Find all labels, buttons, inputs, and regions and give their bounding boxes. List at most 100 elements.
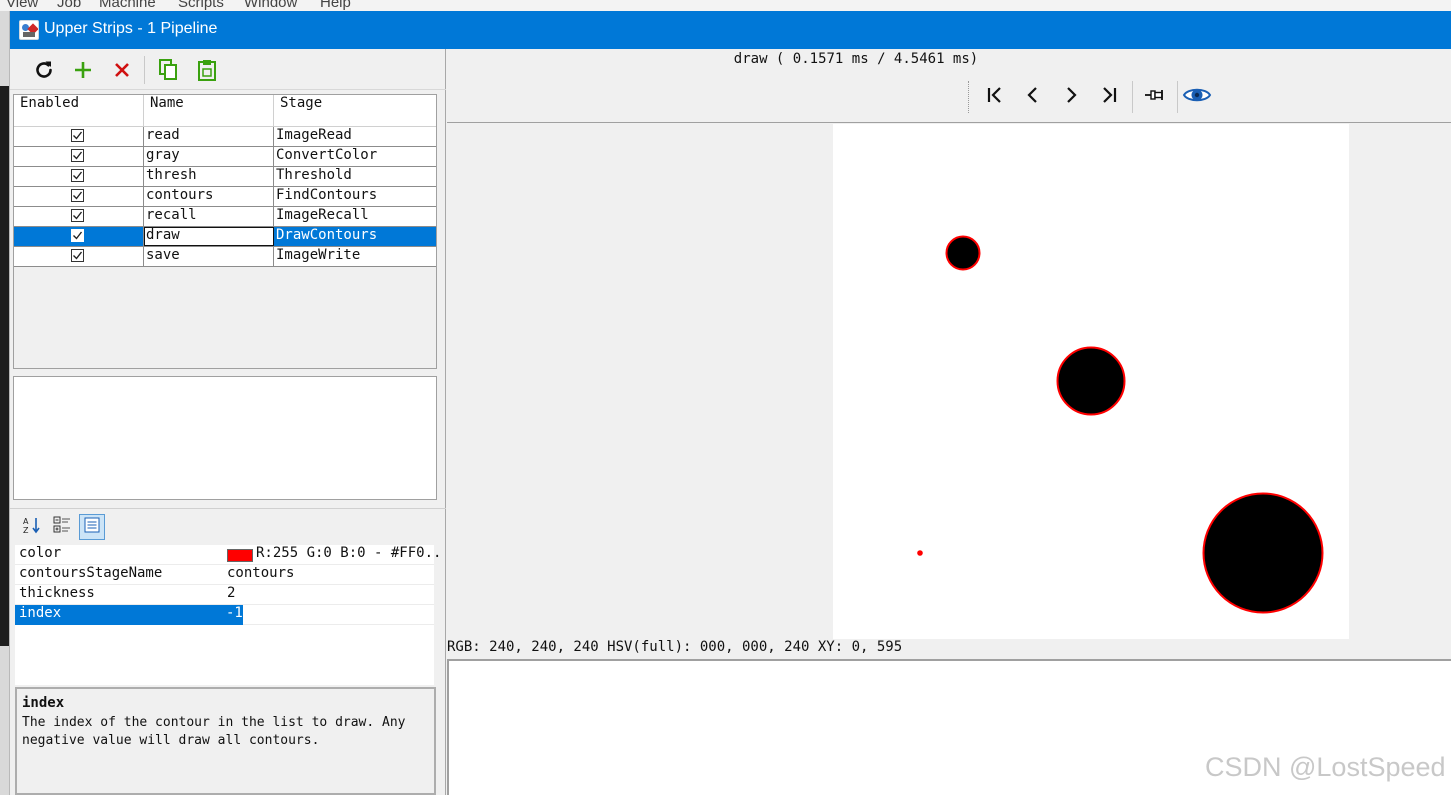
property-value[interactable]: contours (227, 565, 294, 585)
stage-name[interactable]: save (144, 247, 274, 266)
stage-type[interactable]: FindContours (274, 187, 436, 206)
description-text: The index of the contour in the list to … (22, 715, 406, 748)
image-viewport[interactable] (447, 122, 1451, 639)
watermark-text: CSDN @LostSpeed (1205, 752, 1446, 782)
pin-icon (1143, 85, 1167, 109)
bg-menu-view: View (6, 0, 39, 11)
stage-row-save[interactable]: save ImageWrite (14, 247, 436, 267)
background-window-edge (0, 11, 10, 795)
bg-menu-help: Help (320, 0, 351, 11)
result-image[interactable] (833, 124, 1349, 639)
contour-blob-1 (945, 235, 981, 271)
stage-type[interactable]: ConvertColor (274, 147, 436, 166)
view-toggle-button[interactable] (1181, 81, 1213, 113)
stage-row-draw[interactable]: draw DrawContours (14, 227, 436, 247)
contours-drawing (917, 235, 1324, 614)
stage-type[interactable]: Threshold (274, 167, 436, 186)
column-name[interactable]: Name (144, 95, 274, 127)
background-menubar: View Job Machine Scripts Window Help (0, 0, 1451, 11)
property-index[interactable]: index -1 (15, 605, 434, 625)
enabled-checkbox[interactable] (71, 189, 84, 202)
screen: View Job Machine Scripts Window Help Upp… (0, 0, 1451, 795)
property-value[interactable]: 2 (227, 585, 235, 605)
pipeline-toolbar (10, 49, 446, 90)
property-key: color (19, 545, 62, 561)
delete-stage-button[interactable] (107, 55, 137, 85)
property-value[interactable]: R:255 G:0 B:0 - #FF0.. (256, 545, 441, 565)
stage-info-panel (13, 376, 437, 500)
plus-icon (73, 60, 93, 80)
next-stage-button[interactable] (1055, 81, 1087, 113)
enabled-checkbox[interactable] (71, 169, 84, 182)
window-title: Upper Strips - 1 Pipeline (44, 20, 218, 37)
stage-type[interactable]: ImageRead (274, 127, 436, 146)
property-grid: color R:255 G:0 B:0 - #FF0.. contoursSta… (15, 545, 441, 685)
paste-button[interactable] (192, 55, 222, 85)
stage-type[interactable]: ImageWrite (274, 247, 436, 266)
categorized-button[interactable] (49, 514, 75, 540)
bg-menu-job: Job (57, 0, 82, 11)
sort-alphabetical-button[interactable]: AZ (19, 514, 45, 540)
last-icon (1099, 85, 1119, 109)
stage-name[interactable]: recall (144, 207, 274, 226)
svg-text:A: A (23, 517, 29, 526)
pin-button[interactable] (1139, 81, 1171, 113)
last-stage-button[interactable] (1093, 81, 1125, 113)
enabled-checkbox[interactable] (71, 209, 84, 222)
stage-row-thresh[interactable]: thresh Threshold (14, 167, 436, 187)
first-stage-button[interactable] (979, 81, 1011, 113)
stage-row-contours[interactable]: contours FindContours (14, 187, 436, 207)
description-title: index (22, 695, 65, 711)
contour-blob-3 (1202, 492, 1324, 614)
previous-stage-button[interactable] (1017, 81, 1049, 113)
property-color[interactable]: color R:255 G:0 B:0 - #FF0.. (15, 545, 441, 565)
first-icon (985, 85, 1005, 109)
enabled-checkbox[interactable] (71, 149, 84, 162)
stage-name[interactable]: read (144, 127, 274, 146)
index-value-field[interactable]: -1 (226, 605, 243, 625)
stage-name[interactable]: gray (144, 147, 274, 166)
stage-name[interactable]: contours (144, 187, 274, 206)
categorized-icon (52, 515, 72, 539)
properties-toolbar: AZ (10, 508, 446, 543)
property-key: thickness (19, 585, 95, 601)
add-stage-button[interactable] (68, 55, 98, 85)
color-swatch[interactable] (227, 549, 253, 562)
enabled-checkbox[interactable] (71, 249, 84, 262)
stage-type[interactable]: ImageRecall (274, 207, 436, 226)
contour-dot (917, 550, 923, 556)
refresh-icon (33, 59, 55, 81)
copy-button[interactable] (153, 55, 183, 85)
property-key: contoursStageName (19, 565, 163, 581)
stage-row-recall[interactable]: recall ImageRecall (14, 207, 436, 227)
pipeline-panel: Enabled Name Stage read ImageRead gray C… (10, 49, 446, 795)
property-thickness[interactable]: thickness 2 (15, 585, 434, 605)
enabled-checkbox[interactable] (71, 229, 84, 242)
app-icon (19, 20, 39, 40)
property-contours-stage-name[interactable]: contoursStageName contours (15, 565, 434, 585)
title-bar[interactable]: Upper Strips - 1 Pipeline (10, 11, 1451, 49)
previous-icon (1023, 85, 1043, 109)
bg-menu-scripts: Scripts (178, 0, 224, 11)
sort-alphabetical-icon: AZ (22, 515, 42, 539)
stage-name[interactable]: thresh (144, 167, 274, 186)
stage-type[interactable]: DrawContours (274, 227, 436, 246)
stage-row-read[interactable]: read ImageRead (14, 127, 436, 147)
refresh-button[interactable] (29, 55, 59, 85)
viewer-toolbar (965, 79, 1265, 115)
property-pages-icon (83, 516, 101, 538)
stage-row-gray[interactable]: gray ConvertColor (14, 147, 436, 167)
stage-name-editor[interactable]: draw (144, 227, 274, 246)
enabled-checkbox[interactable] (71, 129, 84, 142)
pixel-info-readout: RGB: 240, 240, 240 HSV(full): 000, 000, … (447, 639, 903, 655)
x-icon (113, 61, 131, 79)
eye-icon (1182, 84, 1212, 110)
column-stage[interactable]: Stage (274, 95, 436, 127)
image-viewer-panel: draw ( 0.1571 ms / 4.5461 ms) RGB: 240, … (447, 49, 1451, 795)
contour-blob-2 (1056, 346, 1126, 416)
property-description: index The index of the contour in the li… (15, 687, 436, 795)
stages-table-header: Enabled Name Stage (14, 95, 436, 127)
svg-text:Z: Z (23, 526, 29, 535)
property-pages-button[interactable] (79, 514, 105, 540)
column-enabled[interactable]: Enabled (14, 95, 144, 127)
